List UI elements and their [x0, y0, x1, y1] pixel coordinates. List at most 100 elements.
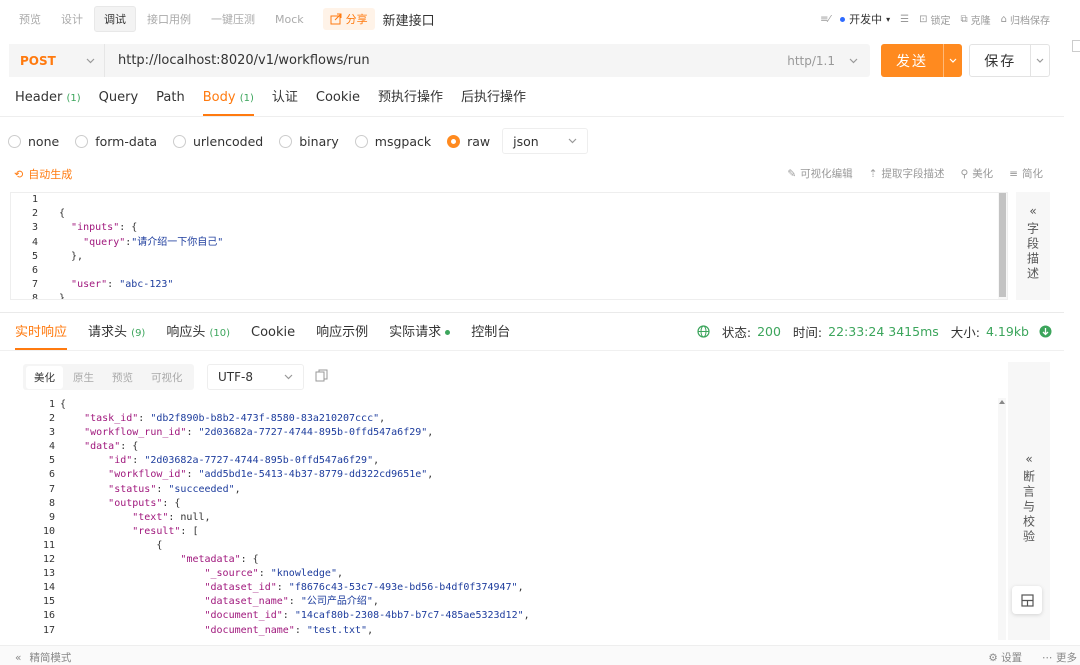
line-number: 2	[31, 208, 38, 220]
code-line: "document_id": "14caf80b-2308-4bb7-b7c7-…	[204, 610, 530, 622]
tab-design[interactable]: 设计	[52, 7, 92, 31]
tab-console[interactable]: 控制台	[471, 320, 510, 350]
line-number: 3	[48, 427, 55, 439]
more-icon: ⋯	[1042, 652, 1053, 664]
view-beautify[interactable]: 美化	[26, 365, 63, 389]
radio-circle	[354, 134, 368, 148]
mode-tabs: 预览 设计 调试 接口用例 一键压测 Mock	[10, 6, 313, 32]
scroll-up-icon[interactable]	[999, 400, 1005, 404]
view-visualize[interactable]: 可视化	[143, 366, 191, 389]
share-icon	[330, 13, 342, 25]
url-input[interactable]: http://localhost:8020/v1/workflows/run	[118, 53, 370, 68]
page-title: 新建接口	[382, 13, 435, 29]
tool-label: 提取字段描述	[881, 168, 945, 180]
send-options-button[interactable]	[943, 44, 962, 77]
panel-edge-handle[interactable]	[1072, 40, 1080, 52]
tab-load-test[interactable]: 一键压测	[202, 7, 264, 31]
line-number: 5	[31, 250, 38, 262]
response-scrollbar[interactable]	[998, 398, 1006, 640]
visual-edit-button[interactable]: ✎ 可视化编辑	[787, 166, 852, 181]
save-button[interactable]: 保存	[969, 44, 1050, 77]
share-button[interactable]: 分享	[322, 8, 375, 30]
tab-label: 响应示例	[316, 325, 369, 340]
response-body-viewer[interactable]: 1 2 3 4 5 6 7 8 9 10 11 12 13 14 15 16 17 { "task_id": "…	[18, 398, 1008, 640]
edit-mode-icon[interactable]: ≡⁄	[820, 14, 830, 25]
code-line: },	[59, 250, 84, 262]
code-area[interactable]: { "task_id": "db2f890b-b8b2-473f-8580-83…	[60, 398, 530, 638]
environment-selector[interactable]: 开发中 ▾	[840, 11, 890, 27]
radio-binary[interactable]: binary	[279, 134, 339, 149]
settings-button[interactable]: ⚙ 设置	[988, 650, 1022, 665]
line-number: 1	[31, 194, 38, 205]
tab-actual-request[interactable]: 实际请求	[389, 320, 451, 350]
tab-response-headers[interactable]: 响应头 (10)	[166, 320, 230, 350]
http-version-select[interactable]: http/1.1	[787, 44, 858, 77]
time-label: 时间:	[792, 325, 823, 340]
tab-debug[interactable]: 调试	[94, 6, 136, 32]
radio-msgpack[interactable]: msgpack	[354, 134, 431, 149]
double-chevron-left-icon: «	[1029, 204, 1037, 218]
tab-preview[interactable]: 预览	[10, 7, 50, 31]
layout-icon	[1020, 593, 1034, 607]
extract-desc-button[interactable]: ⇡ 提取字段描述	[869, 166, 945, 181]
simplify-button[interactable]: ≡ 简化	[1009, 166, 1043, 181]
tab-mock[interactable]: Mock	[266, 9, 313, 30]
line-number-gutter: 1 2 3 4 5 6 7 8 9 10 11 12 13 14 15 16 17	[18, 398, 58, 638]
tab-header[interactable]: Header (1)	[15, 86, 81, 116]
send-button[interactable]: 发送	[881, 44, 962, 77]
radio-urlencoded[interactable]: urlencoded	[173, 134, 263, 149]
radio-raw[interactable]: raw	[447, 134, 490, 149]
encoding-select[interactable]: UTF-8	[207, 364, 304, 390]
tab-query[interactable]: Query	[99, 86, 139, 116]
tab-auth[interactable]: 认证	[272, 86, 298, 116]
field-description-panel[interactable]: « 字段描述	[1016, 192, 1050, 300]
tab-response-example[interactable]: 响应示例	[316, 320, 368, 350]
tab-cookie[interactable]: Cookie	[251, 320, 295, 350]
chevron-down-icon: ▾	[886, 14, 891, 24]
radio-label: urlencoded	[193, 133, 264, 149]
line-number: 8	[48, 497, 55, 509]
tab-cookie[interactable]: Cookie	[316, 86, 360, 116]
tab-live-response[interactable]: 实时响应	[15, 320, 68, 350]
beautify-button[interactable]: ⚲ 美化	[960, 166, 993, 181]
chevron-down-icon	[949, 58, 957, 63]
radio-none[interactable]: none	[8, 134, 59, 149]
tab-pre-request[interactable]: 预执行操作	[378, 86, 443, 116]
response-status-bar: 状态: 200 时间: 22:33:24 3415ms 大小: 4.19kb	[697, 322, 1052, 341]
radio-form-data[interactable]: form-data	[75, 134, 157, 149]
scrollbar-thumb[interactable]	[999, 193, 1006, 297]
view-preview[interactable]: 预览	[104, 366, 141, 389]
raw-format-select[interactable]: json	[502, 128, 589, 154]
auto-generate-label: 自动生成	[28, 168, 73, 181]
view-raw[interactable]: 原生	[65, 366, 102, 389]
top-actions: ≡⁄ 开发中 ▾ ☰ ⊡ 锁定 ⧉ 克隆 ⌂ 归档保存	[820, 0, 1050, 38]
copy-icon[interactable]	[315, 369, 328, 382]
code-line: "text": null,	[132, 511, 211, 523]
code-line: {	[59, 208, 66, 220]
tab-body[interactable]: Body (1)	[202, 86, 255, 116]
list-icon[interactable]: ☰	[900, 14, 909, 25]
tab-path[interactable]: Path	[156, 86, 185, 116]
more-button[interactable]: ⋯ 更多	[1042, 650, 1077, 665]
tab-post-request[interactable]: 后执行操作	[461, 86, 526, 116]
method-select[interactable]: POST	[9, 44, 105, 77]
download-icon[interactable]	[1039, 325, 1052, 338]
compact-mode-toggle[interactable]: « 精简模式	[15, 650, 71, 665]
footer-actions: ⚙ 设置 ⋯ 更多	[988, 650, 1077, 665]
line-number: 4	[31, 236, 38, 248]
clone-button[interactable]: ⧉ 克隆	[961, 12, 991, 27]
send-label: 发送	[896, 53, 928, 70]
radio-label: form-data	[95, 133, 157, 149]
code-area[interactable]: { "inputs": { "query":"请介绍一下你自己" }, "use…	[59, 193, 223, 299]
request-body-editor[interactable]: 1 2 3 4 5 6 7 8 { "inputs": { "query":"请介绍一下你自己…	[10, 192, 1008, 300]
tab-request-headers[interactable]: 请求头 (9)	[88, 320, 145, 350]
tab-label: 请求头	[88, 325, 128, 340]
editor-scrollbar[interactable]	[998, 193, 1007, 299]
save-options-button[interactable]	[1030, 45, 1049, 76]
lock-button[interactable]: ⊡ 锁定	[919, 12, 950, 27]
tab-test-cases[interactable]: 接口用例	[138, 7, 200, 31]
archive-label: 归档保存	[1010, 15, 1050, 27]
auto-generate-button[interactable]: ⟲ 自动生成	[14, 166, 72, 182]
archive-button[interactable]: ⌂ 归档保存	[1001, 12, 1050, 27]
layout-toggle-button[interactable]	[1012, 586, 1042, 614]
